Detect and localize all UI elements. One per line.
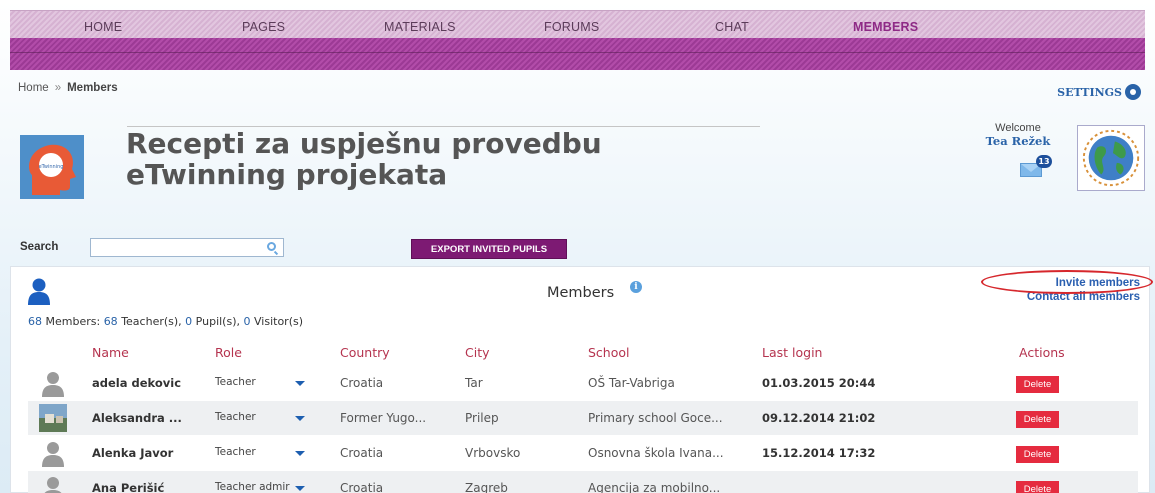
- role-select[interactable]: Teacher: [215, 446, 311, 462]
- default-avatar-icon: [44, 477, 62, 493]
- member-last-login: 01.03.2015 20:44: [762, 376, 876, 390]
- role-select[interactable]: Teacher: [215, 376, 311, 392]
- message-count-badge: 13: [1036, 155, 1052, 168]
- table-row: Alenka Javor Teacher Croatia Vrbovsko Os…: [28, 436, 1138, 470]
- member-city: Prilep: [465, 411, 499, 425]
- member-school: Osnovna škola Ivana...: [588, 446, 724, 460]
- top-nav: HOME PAGES MATERIALS FORUMS CHAT MEMBERS: [10, 10, 1145, 38]
- settings-button[interactable]: SETTINGS: [1057, 84, 1141, 100]
- column-header-last-login[interactable]: Last login: [762, 345, 822, 360]
- info-icon[interactable]: i: [630, 281, 642, 293]
- breadcrumb-current: Members: [67, 82, 118, 94]
- member-country: Croatia: [340, 481, 384, 493]
- delete-button[interactable]: Delete: [1016, 446, 1059, 463]
- visitors-count[interactable]: 0: [244, 315, 251, 328]
- member-city: Zagreb: [465, 481, 508, 493]
- member-country: Former Yugo...: [340, 411, 427, 425]
- column-header-name[interactable]: Name: [92, 345, 129, 360]
- column-header-actions: Actions: [1019, 345, 1065, 360]
- member-city: Tar: [465, 376, 483, 390]
- member-name[interactable]: adela dekovic: [92, 376, 181, 390]
- default-avatar-icon: [42, 372, 64, 397]
- delete-button[interactable]: Delete: [1016, 411, 1059, 428]
- svg-text:eTwinning: eTwinning: [39, 164, 64, 170]
- member-name[interactable]: Aleksandra ...: [92, 411, 182, 425]
- table-row: Ana Perišić Teacher admir Croatia Zagreb…: [28, 471, 1138, 493]
- member-name[interactable]: Alenka Javor: [92, 446, 173, 460]
- breadcrumb-home[interactable]: Home: [18, 82, 49, 94]
- breadcrumb: Home » Members: [18, 82, 118, 94]
- project-title: Recepti za uspješnu provedbu eTwinning p…: [126, 128, 766, 190]
- role-select[interactable]: Teacher admir: [215, 481, 311, 493]
- globe-avatar[interactable]: [1077, 125, 1145, 191]
- member-country: Croatia: [340, 446, 384, 460]
- members-panel-title: Members: [547, 285, 615, 301]
- person-icon: [28, 278, 50, 305]
- photo-avatar-icon: [39, 404, 67, 432]
- breadcrumb-separator: »: [54, 82, 62, 94]
- column-header-country[interactable]: Country: [340, 345, 390, 360]
- nav-chat[interactable]: CHAT: [715, 20, 749, 34]
- project-title-line2: eTwinning projekata: [126, 158, 448, 191]
- highlight-ellipse: [981, 270, 1153, 294]
- chevron-down-icon: [295, 381, 305, 386]
- search-icon[interactable]: [267, 242, 276, 251]
- table-row: adela dekovic Teacher Croatia Tar OŠ Tar…: [28, 366, 1138, 400]
- members-count-label: Members:: [45, 315, 101, 328]
- chevron-down-icon: [295, 486, 305, 491]
- role-value: Teacher: [215, 376, 256, 388]
- teachers-count-label: Teacher(s),: [121, 315, 182, 328]
- teachers-count[interactable]: 68: [104, 315, 118, 328]
- nav-divider: [10, 52, 1145, 53]
- welcome-block: Welcome Tea Režek: [968, 122, 1068, 148]
- nav-home[interactable]: HOME: [84, 20, 122, 34]
- settings-label: SETTINGS: [1057, 85, 1122, 99]
- column-header-school[interactable]: School: [588, 345, 630, 360]
- member-school: OŠ Tar-Vabriga: [588, 376, 675, 390]
- member-last-login: 09.12.2014 21:02: [762, 411, 876, 425]
- delete-button[interactable]: Delete: [1016, 376, 1059, 393]
- export-invited-pupils-button[interactable]: EXPORT INVITED PUPILS: [411, 239, 567, 259]
- role-value: Teacher admir: [215, 481, 290, 493]
- member-last-login: 15.12.2014 17:32: [762, 446, 876, 460]
- default-avatar-icon: [42, 442, 64, 467]
- pupils-count[interactable]: 0: [185, 315, 192, 328]
- nav-decorative-band: [10, 38, 1145, 70]
- nav-members[interactable]: MEMBERS: [853, 20, 918, 34]
- nav-materials[interactable]: MATERIALS: [384, 20, 456, 34]
- chevron-down-icon: [295, 451, 305, 456]
- project-title-line1: Recepti za uspješnu provedbu: [126, 127, 602, 160]
- member-city: Vrbovsko: [465, 446, 521, 460]
- nav-forums[interactable]: FORUMS: [544, 20, 599, 34]
- welcome-user-link[interactable]: Tea Režek: [968, 134, 1068, 148]
- welcome-label: Welcome: [995, 122, 1041, 134]
- project-logo: eTwinning: [20, 135, 84, 199]
- visitors-count-label: Visitor(s): [254, 315, 304, 328]
- role-select[interactable]: Teacher: [215, 411, 311, 427]
- members-count[interactable]: 68: [28, 315, 42, 328]
- gear-icon: [1125, 84, 1141, 100]
- role-value: Teacher: [215, 446, 256, 458]
- chevron-down-icon: [295, 416, 305, 421]
- search-input[interactable]: [90, 238, 284, 257]
- member-school: Agencija za mobilno...: [588, 481, 721, 493]
- search-label: Search: [20, 241, 59, 253]
- member-country: Croatia: [340, 376, 384, 390]
- member-school: Primary school Goce...: [588, 411, 723, 425]
- members-summary: 68 Members: 68 Teacher(s), 0 Pupil(s), 0…: [28, 315, 303, 328]
- column-header-role[interactable]: Role: [215, 345, 242, 360]
- role-value: Teacher: [215, 411, 256, 423]
- nav-pages[interactable]: PAGES: [242, 20, 285, 34]
- table-row: Aleksandra ... Teacher Former Yugo... Pr…: [28, 401, 1138, 435]
- column-header-city[interactable]: City: [465, 345, 490, 360]
- pupils-count-label: Pupil(s),: [195, 315, 240, 328]
- delete-button[interactable]: Delete: [1016, 481, 1059, 493]
- member-name[interactable]: Ana Perišić: [92, 481, 164, 493]
